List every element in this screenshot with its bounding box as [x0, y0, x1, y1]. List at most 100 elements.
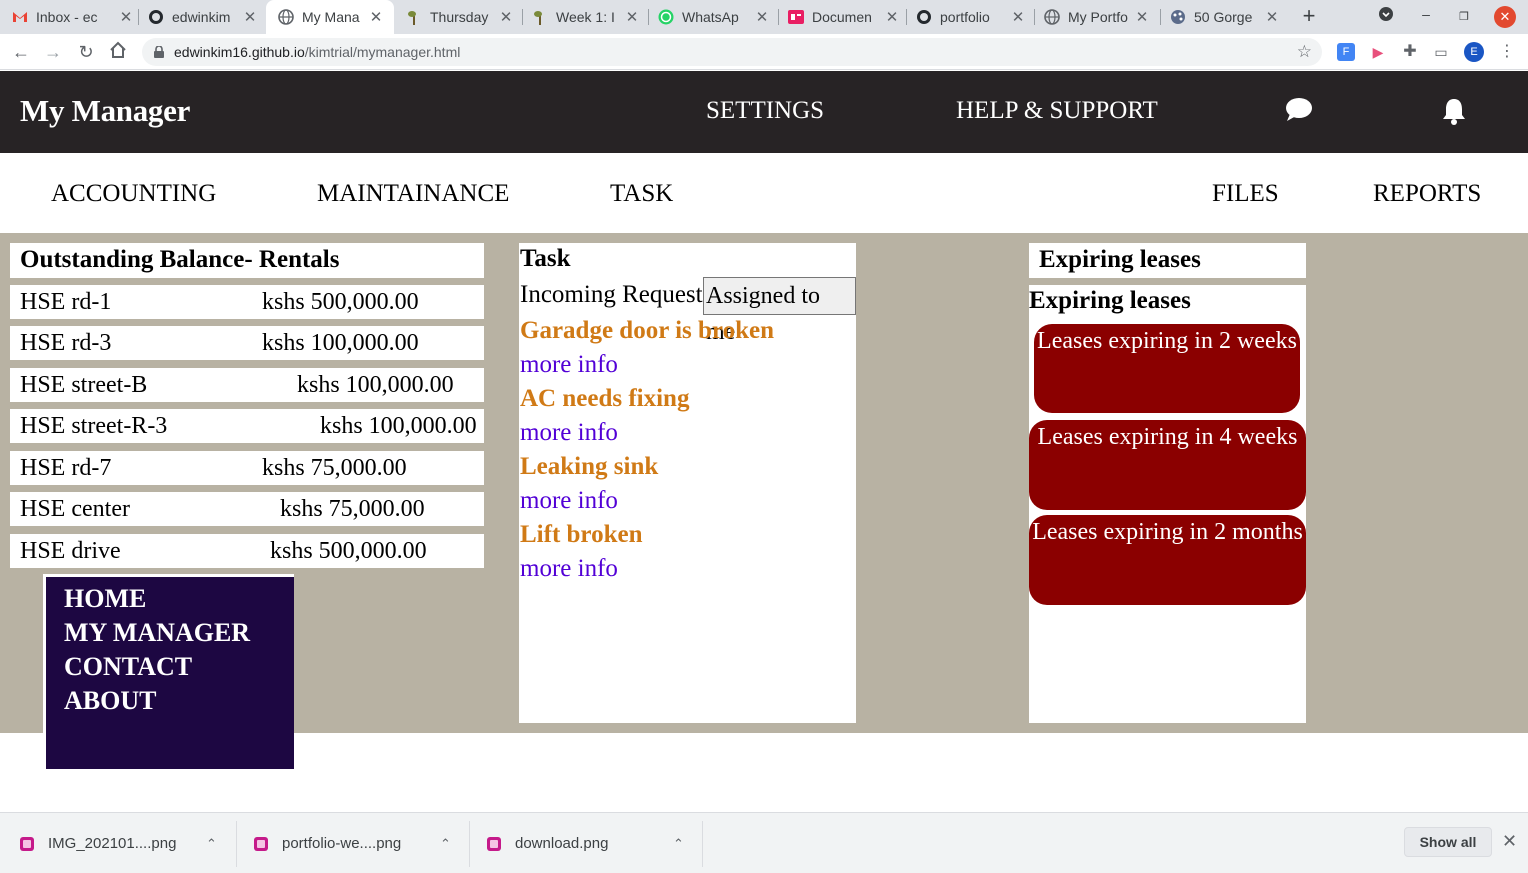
download-shelf: IMG_202101....png ⌃ portfolio-we....png … — [0, 812, 1528, 873]
balance-row: HSE street-B kshs 100,000.00 — [10, 368, 484, 402]
nav-task[interactable]: TASK — [610, 180, 673, 208]
restore-icon[interactable]: ❐ — [1456, 6, 1472, 28]
tab-title: Documen — [812, 9, 872, 25]
menu-contact[interactable]: CONTACT — [64, 652, 192, 682]
tab-title: edwinkim — [172, 9, 231, 25]
balance-amount: kshs 100,000.00 — [320, 413, 477, 439]
github-icon — [148, 9, 164, 25]
close-icon[interactable]: ✕ — [1264, 8, 1280, 26]
tab-thursday[interactable]: Thursday ✕ — [406, 0, 514, 34]
minimize-icon[interactable]: – — [1418, 6, 1434, 28]
home-icon[interactable] — [107, 41, 129, 63]
tab-my-portfolio[interactable]: My Portfo ✕ — [1044, 0, 1150, 34]
tab-separator — [138, 9, 139, 25]
extension-icon[interactable]: ▶ — [1369, 43, 1387, 61]
image-file-icon — [254, 836, 268, 851]
balance-row: HSE drive kshs 500,000.00 — [10, 534, 484, 568]
download-item[interactable]: download.png ⌃ — [487, 813, 697, 873]
tab-title: My Portfo — [1068, 9, 1128, 25]
leases-panel-title: Expiring leases — [1029, 243, 1306, 278]
extension-icon[interactable]: F — [1337, 43, 1355, 61]
balance-row: HSE center kshs 75,000.00 — [10, 492, 484, 526]
bookmark-star-icon[interactable]: ☆ — [1297, 42, 1312, 62]
tab-separator — [1160, 9, 1161, 25]
document-icon — [788, 9, 804, 25]
close-icon[interactable]: ✕ — [624, 8, 640, 26]
more-info-link[interactable]: more info — [520, 351, 618, 379]
download-filename: portfolio-we....png — [282, 835, 402, 852]
assigned-to-me-button[interactable]: Assigned to me — [703, 277, 856, 345]
balance-amount: kshs 500,000.00 — [262, 289, 419, 315]
tab-separator — [778, 9, 779, 25]
url-bar[interactable]: edwinkim16.github.io/kimtrial/mymanager.… — [142, 38, 1322, 66]
close-icon[interactable]: ✕ — [754, 8, 770, 26]
nav-accounting[interactable]: ACCOUNTING — [51, 180, 216, 208]
menu-about[interactable]: ABOUT — [64, 686, 156, 716]
forward-arrow-icon[interactable]: → — [42, 41, 64, 63]
menu-dots-icon[interactable]: ⋮ — [1498, 43, 1516, 61]
tab-search-icon[interactable] — [1376, 6, 1396, 28]
property-name: HSE drive — [20, 538, 121, 564]
nav-settings[interactable]: SETTINGS — [706, 97, 824, 125]
palette-icon — [1170, 9, 1186, 25]
tab-document[interactable]: Documen ✕ — [788, 0, 900, 34]
tab-week1[interactable]: Week 1: I ✕ — [532, 0, 640, 34]
more-info-link[interactable]: more info — [520, 487, 618, 515]
chevron-up-icon[interactable]: ⌃ — [206, 836, 217, 852]
show-all-button[interactable]: Show all — [1404, 827, 1492, 857]
download-filename: IMG_202101....png — [48, 835, 177, 852]
puzzle-icon[interactable]: ✚ — [1401, 43, 1419, 61]
task-item-title: Lift broken — [520, 521, 643, 548]
download-item[interactable]: portfolio-we....png ⌃ — [254, 813, 464, 873]
bell-icon[interactable] — [1441, 97, 1471, 127]
balance-row: HSE street-R-3 kshs 100,000.00 — [10, 409, 484, 443]
side-menu: HOME MY MANAGER CONTACT ABOUT — [43, 574, 294, 769]
profile-avatar[interactable]: E — [1464, 42, 1484, 62]
plant-icon — [532, 9, 548, 25]
new-tab-button[interactable]: + — [1298, 5, 1320, 27]
tab-whatsapp[interactable]: WhatsAp ✕ — [658, 0, 770, 34]
close-icon[interactable]: ✕ — [368, 8, 384, 26]
image-file-icon — [20, 836, 34, 851]
close-icon[interactable]: ✕ — [1502, 831, 1517, 852]
download-item[interactable]: IMG_202101....png ⌃ — [20, 813, 230, 873]
close-icon[interactable]: ✕ — [1134, 8, 1150, 26]
nav-reports[interactable]: REPORTS — [1373, 180, 1481, 208]
tab-inbox[interactable]: Inbox - ec ✕ — [12, 0, 134, 34]
shelf-separator — [236, 821, 237, 867]
close-icon[interactable]: ✕ — [118, 8, 134, 26]
chevron-up-icon[interactable]: ⌃ — [440, 836, 451, 852]
close-icon[interactable]: ✕ — [884, 8, 900, 26]
menu-my-manager[interactable]: MY MANAGER — [64, 618, 250, 648]
incoming-request-label[interactable]: Incoming Request — [520, 281, 703, 309]
back-arrow-icon[interactable]: ← — [10, 41, 32, 63]
cast-icon[interactable]: ▭ — [1432, 43, 1450, 61]
tab-title: Week 1: I — [556, 9, 615, 25]
leases-2-months-button[interactable]: Leases expiring in 2 months — [1029, 515, 1306, 605]
close-icon[interactable]: ✕ — [498, 8, 514, 26]
tab-my-manager[interactable]: My Mana ✕ — [266, 0, 394, 34]
tab-portfolio[interactable]: portfolio ✕ — [916, 0, 1026, 34]
close-icon[interactable]: ✕ — [1010, 8, 1026, 26]
chevron-up-icon[interactable]: ⌃ — [673, 836, 684, 852]
tab-title: 50 Gorge — [1194, 9, 1253, 25]
menu-home[interactable]: HOME — [64, 584, 146, 614]
balance-amount: kshs 75,000.00 — [280, 496, 425, 522]
reload-icon[interactable]: ↻ — [75, 41, 97, 63]
nav-maintainance[interactable]: MAINTAINANCE — [317, 180, 509, 208]
nav-help-support[interactable]: HELP & SUPPORT — [956, 97, 1158, 125]
more-info-link[interactable]: more info — [520, 419, 618, 447]
leases-4-weeks-button[interactable]: Leases expiring in 4 weeks — [1029, 420, 1306, 510]
tab-github[interactable]: edwinkim ✕ — [148, 0, 258, 34]
leases-2-weeks-button[interactable]: Leases expiring in 2 weeks — [1034, 324, 1300, 413]
balance-row: HSE rd-1 kshs 500,000.00 — [10, 285, 484, 319]
close-icon[interactable]: ✕ — [242, 8, 258, 26]
window-close-icon[interactable]: ✕ — [1494, 6, 1516, 28]
plant-icon — [406, 9, 422, 25]
chat-icon[interactable] — [1285, 97, 1315, 127]
more-info-link[interactable]: more info — [520, 555, 618, 583]
nav-files[interactable]: FILES — [1212, 180, 1279, 208]
brand-logo[interactable]: My Manager — [20, 93, 190, 129]
tab-gorgeous[interactable]: 50 Gorge ✕ — [1170, 0, 1280, 34]
url-path: /kimtrial/mymanager.html — [304, 44, 461, 60]
